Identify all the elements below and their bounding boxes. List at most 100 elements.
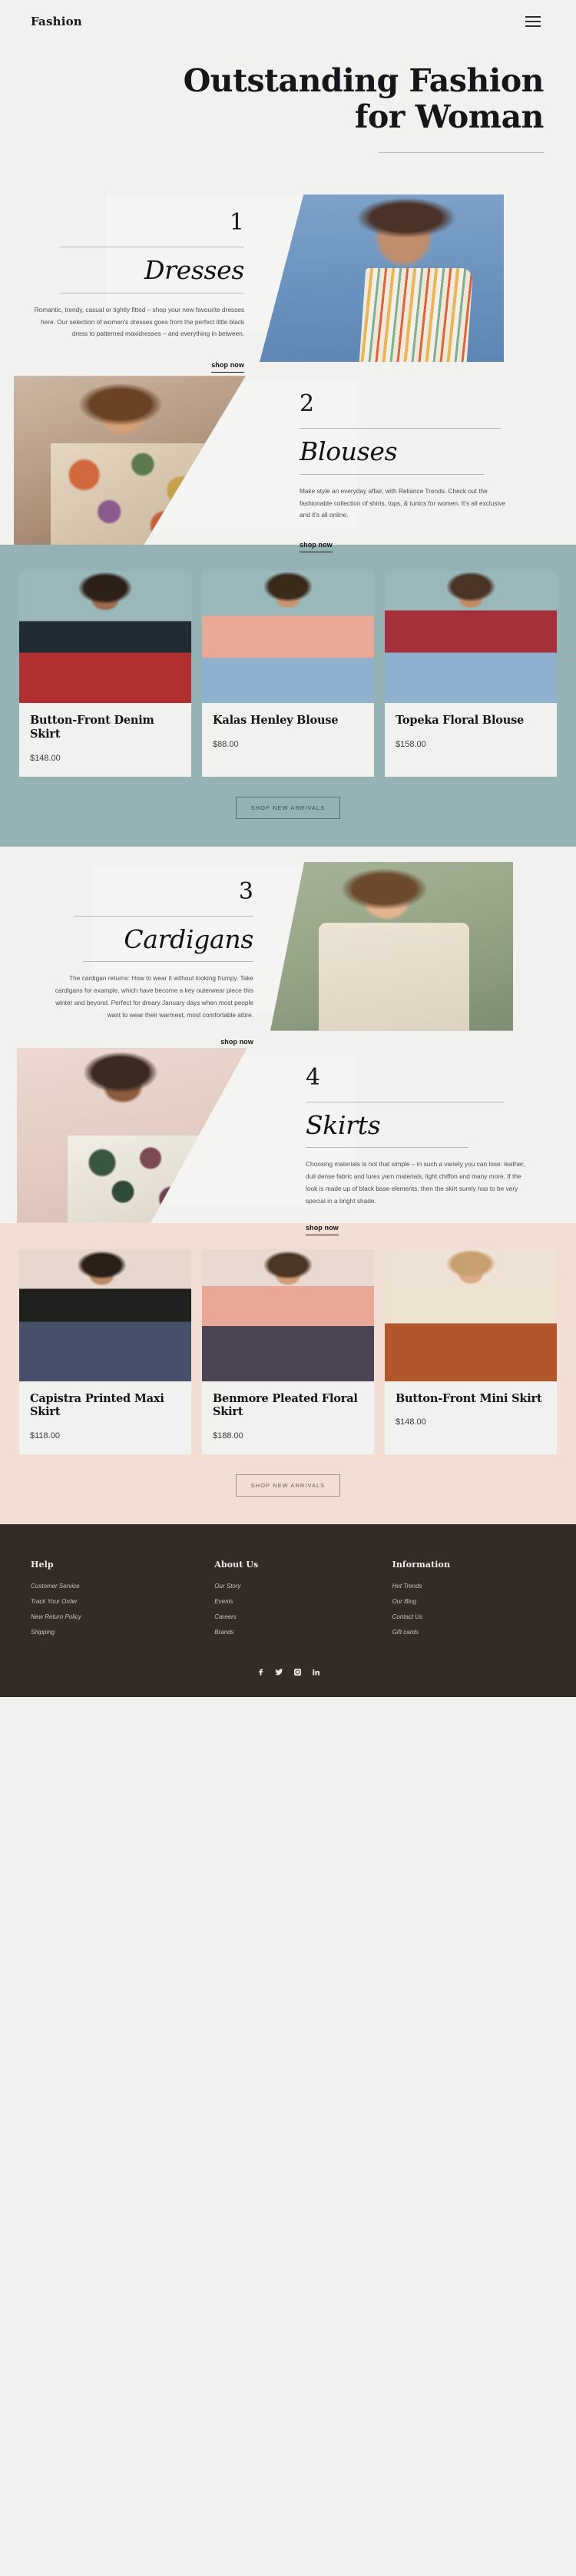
section-dresses: 1 Dresses Romantic, trendy, casual or ti… [0,194,576,373]
shop-now-button[interactable]: shop now [211,361,244,373]
divider-top [300,428,501,429]
shop-new-arrivals-button[interactable]: SHOP NEW ARRIVALS [235,1474,341,1497]
product-card[interactable]: Capistra Printed Maxi Skirt $118.00 [19,1248,191,1455]
footer-heading: Help [31,1560,54,1570]
blouses-text-block: 2 Blouses Make style an everyday affair,… [300,390,530,553]
section-number: 3 [238,877,253,905]
product-price: $148.00 [30,753,61,763]
dresses-text-block: 1 Dresses Romantic, trendy, casual or ti… [31,211,244,373]
hamburger-bar [525,20,541,23]
product-card[interactable]: Benmore Pleated Floral Skirt $188.00 [202,1248,374,1455]
page-root: Fashion Outstanding Fashion for Woman 1 … [0,0,576,1698]
product-card[interactable]: Kalas Henley Blouse $88.00 [202,571,374,777]
skirts-text-block: 4 Skirts Choosing materials is not that … [306,1066,536,1235]
product-price: $88.00 [213,739,239,749]
product-photo [385,1248,557,1381]
section-title: Cardigans [124,923,253,954]
cardigans-photo [270,861,513,1031]
product-info: Topeka Floral Blouse $158.00 [385,703,557,763]
footer-heading: About Us [214,1560,259,1570]
page-title: Outstanding Fashion for Woman [0,62,545,136]
shop-now-button[interactable]: shop now [300,541,333,553]
product-info: Benmore Pleated Floral Skirt $188.00 [202,1381,374,1454]
site-footer: Help Customer Service Track Your Order N… [0,1524,576,1698]
hamburger-bar [525,15,541,18]
section-title: Skirts [306,1109,381,1140]
divider-bottom [300,473,484,475]
section-blouses: 2 Blouses Make style an everyday affair,… [0,376,576,553]
product-name: Button-Front Denim Skirt [30,714,154,741]
band-cta-wrap: SHOP NEW ARRIVALS [15,796,561,819]
facebook-icon[interactable] [256,1667,266,1677]
footer-link[interactable]: Shipping [31,1629,202,1636]
product-info: Button-Front Mini Skirt $148.00 [385,1381,557,1441]
product-price: $188.00 [213,1431,243,1441]
divider-bottom [83,960,253,962]
instagram-icon[interactable] [293,1667,303,1677]
footer-link[interactable]: Events [214,1598,373,1605]
footer-columns: Help Customer Service Track Your Order N… [31,1560,545,1644]
product-band-new-arrivals-teal: Button-Front Denim Skirt $148.00 Kalas H… [0,545,576,847]
product-price: $148.00 [396,1417,426,1427]
hero-section: Outstanding Fashion for Woman [0,43,576,195]
product-name: Button-Front Mini Skirt [396,1391,542,1405]
product-name: Benmore Pleated Floral Skirt [213,1391,358,1419]
site-logo[interactable]: Fashion [31,15,82,28]
section-skirts: 4 Skirts Choosing materials is not that … [0,1047,576,1235]
band-cta-wrap: SHOP NEW ARRIVALS [15,1474,561,1497]
footer-column-about-us: About Us Our Story Events Careers Brands [202,1560,373,1644]
product-info: Button-Front Denim Skirt $148.00 [19,703,191,776]
section-cardigans: 3 Cardigans The cardigan returns: How to… [0,861,576,1049]
section-number: 1 [229,209,244,237]
product-photo [202,1248,374,1381]
section-number: 2 [300,390,315,418]
footer-column-help: Help Customer Service Track Your Order N… [31,1560,202,1644]
social-links [31,1667,545,1677]
hero-title-line-1: Outstanding Fashion [183,62,545,99]
footer-link[interactable]: Brands [214,1629,373,1636]
twitter-icon[interactable] [274,1667,284,1677]
divider-bottom [306,1146,468,1148]
linkedin-icon[interactable] [311,1667,321,1677]
product-card[interactable]: Topeka Floral Blouse $158.00 [385,571,557,777]
product-photo [385,571,557,704]
section-title: Blouses [300,436,398,467]
hero-title-line-2: for Woman [354,98,545,136]
footer-link[interactable]: Our Story [214,1583,373,1590]
footer-link[interactable]: Careers [214,1613,373,1620]
shop-now-button[interactable]: shop now [306,1224,339,1235]
product-photo [202,571,374,704]
shop-new-arrivals-button[interactable]: SHOP NEW ARRIVALS [235,796,341,819]
product-grid: Capistra Printed Maxi Skirt $118.00 Benm… [15,1248,561,1455]
product-name: Capistra Printed Maxi Skirt [30,1391,164,1419]
product-card[interactable]: Button-Front Mini Skirt $148.00 [385,1248,557,1455]
footer-link[interactable]: Hot Trends [392,1583,545,1590]
section-body: The cardigan returns: How to wear it wit… [55,973,253,1019]
site-header: Fashion [0,0,576,43]
footer-link[interactable]: Our Blog [392,1598,545,1605]
footer-link[interactable]: Contact Us [392,1613,545,1620]
product-card[interactable]: Button-Front Denim Skirt $148.00 [19,571,191,777]
section-body: Romantic, trendy, casual or tightly fitt… [34,305,244,338]
footer-heading: Information [392,1560,451,1570]
hamburger-bar [525,25,541,28]
product-price: $118.00 [30,1431,60,1441]
hero-divider [379,152,544,154]
hamburger-menu-icon[interactable] [525,15,541,28]
footer-link[interactable]: Gift cards [392,1629,545,1636]
product-photo [19,571,191,704]
product-photo [19,1248,191,1381]
product-band-new-arrivals-pink: Capistra Printed Maxi Skirt $118.00 Benm… [0,1222,576,1525]
cardigans-text-block: 3 Cardigans The cardigan returns: How to… [45,880,253,1049]
section-number: 4 [306,1063,321,1091]
footer-link[interactable]: New Return Policy [31,1613,202,1620]
product-name: Kalas Henley Blouse [213,714,339,728]
divider-top [74,915,253,917]
product-price: $158.00 [396,739,426,749]
product-name: Topeka Floral Blouse [396,714,525,728]
product-grid: Button-Front Denim Skirt $148.00 Kalas H… [15,571,561,777]
section-title: Dresses [144,255,244,286]
section-body: Make style an everyday affair, with Reli… [300,486,506,519]
footer-link[interactable]: Customer Service [31,1583,202,1590]
footer-link[interactable]: Track Your Order [31,1598,202,1605]
